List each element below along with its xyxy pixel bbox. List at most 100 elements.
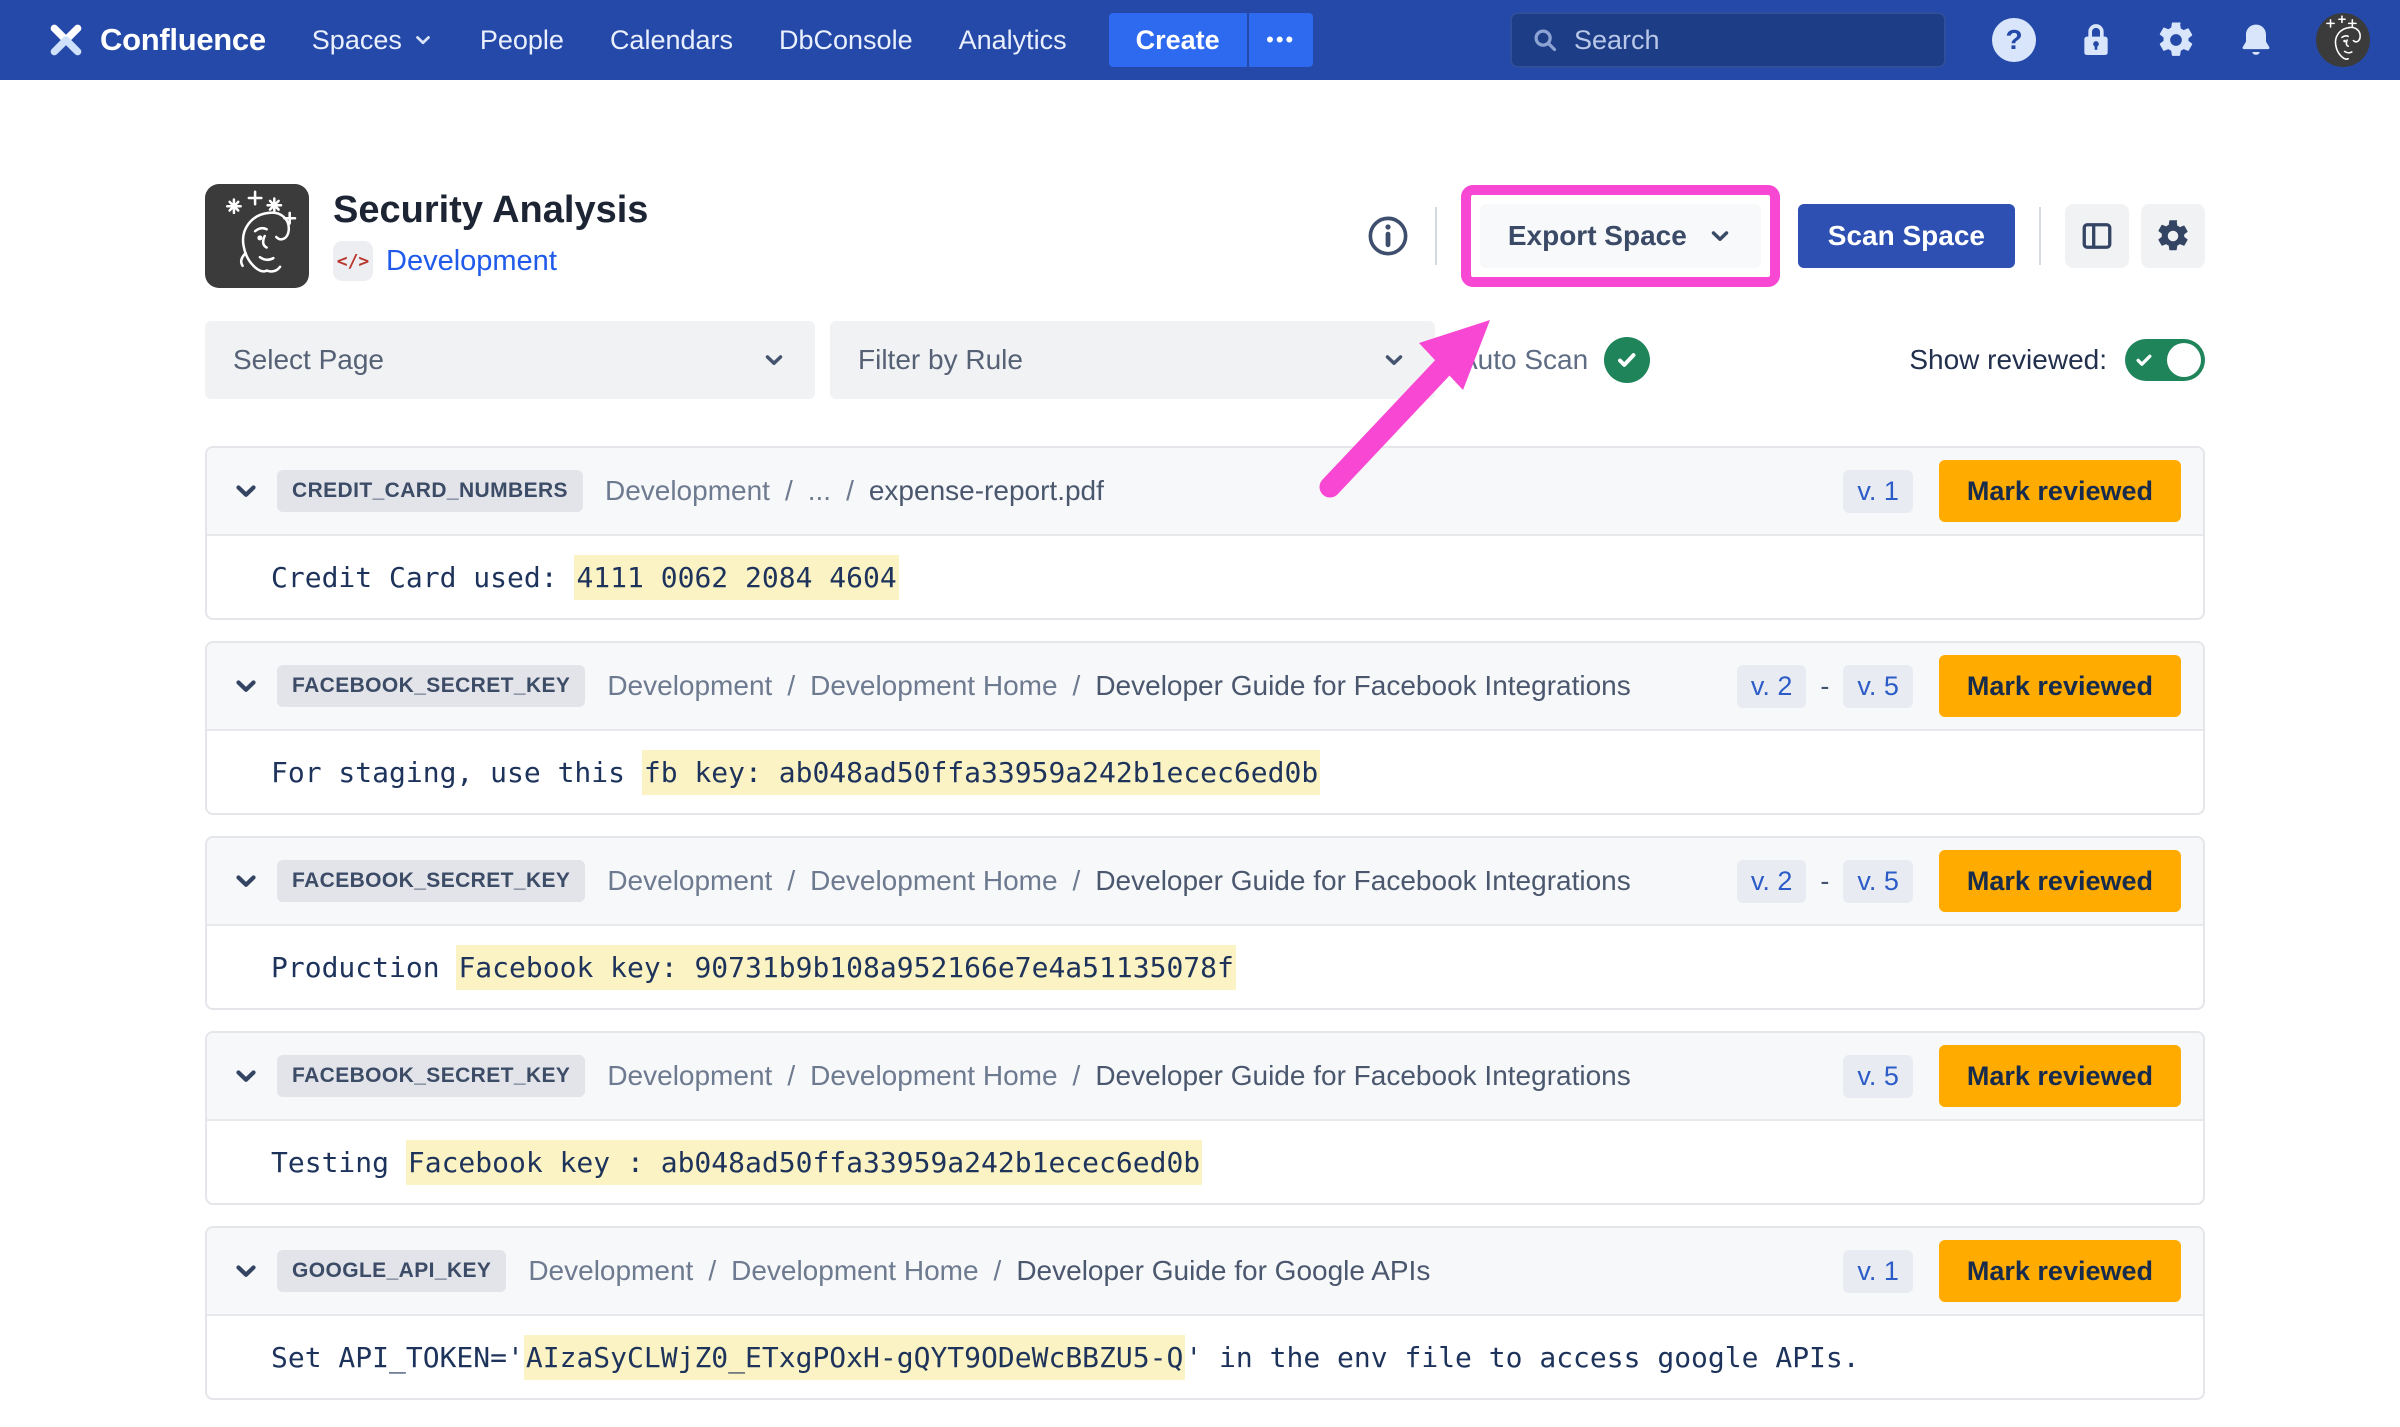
- collapse-chevron-icon[interactable]: [231, 1061, 261, 1091]
- finding-body: Testing Facebook key : ab048ad50ffa33959…: [207, 1119, 2203, 1203]
- finding-body: Production Facebook key: 90731b9b108a952…: [207, 924, 2203, 1008]
- version-badge[interactable]: v. 5: [1843, 1055, 1913, 1098]
- rule-badge: FACEBOOK_SECRET_KEY: [277, 1055, 585, 1097]
- confluence-mark-icon: [46, 20, 86, 60]
- space-settings-button[interactable]: [2141, 204, 2205, 268]
- collapse-chevron-icon[interactable]: [231, 866, 261, 896]
- version-badge[interactable]: v. 1: [1843, 470, 1913, 513]
- filter-by-rule-label: Filter by Rule: [858, 344, 1023, 376]
- mark-reviewed-button[interactable]: Mark reviewed: [1939, 655, 2181, 717]
- finding-header[interactable]: FACEBOOK_SECRET_KEY Development/Developm…: [207, 838, 2203, 924]
- version-badge[interactable]: v. 5: [1843, 665, 1913, 708]
- version-badges: v. 1: [1843, 470, 1913, 513]
- breadcrumb-item[interactable]: Development: [605, 475, 770, 507]
- finding-header[interactable]: FACEBOOK_SECRET_KEY Development / Developm…: [207, 1033, 2203, 1119]
- breadcrumb-item[interactable]: Development Home: [731, 1255, 978, 1287]
- version-badge[interactable]: v. 2: [1737, 860, 1807, 903]
- user-avatar[interactable]: [2316, 13, 2370, 67]
- breadcrumb-item[interactable]: Developer Guide for Facebook Integration…: [1095, 865, 1630, 897]
- finding-card: CREDIT_CARD_NUMBERS Development/.../expe…: [205, 446, 2205, 620]
- collapse-chevron-icon[interactable]: [231, 1256, 261, 1286]
- divider: [2039, 207, 2041, 265]
- breadcrumb: Development/Development Home/Developer G…: [528, 1255, 1430, 1287]
- sensitive-match: 4111 0062 2084 4604: [574, 555, 898, 600]
- chevron-down-icon: [1381, 347, 1407, 373]
- mark-reviewed-button[interactable]: Mark reviewed: [1939, 850, 2181, 912]
- help-icon[interactable]: ?: [1992, 18, 2036, 62]
- finding-card: FACEBOOK_SECRET_KEY Development / Developm…: [205, 1031, 2205, 1205]
- breadcrumb-item[interactable]: Developer Guide for Facebook Integration…: [1095, 1060, 1630, 1092]
- breadcrumb-separator: /: [1073, 670, 1081, 702]
- space-link[interactable]: </> Development: [333, 241, 648, 281]
- mark-reviewed-button[interactable]: Mark reviewed: [1939, 1045, 2181, 1107]
- settings-gear-icon[interactable]: [2156, 20, 2196, 60]
- breadcrumb: Development/Development Home/Developer G…: [607, 670, 1630, 702]
- nav-item-analytics[interactable]: Analytics: [959, 25, 1067, 56]
- findings-list: CREDIT_CARD_NUMBERS Development/.../expe…: [205, 446, 2205, 1400]
- select-page-dropdown[interactable]: Select Page: [205, 321, 815, 399]
- version-badges: v. 1: [1843, 1250, 1913, 1293]
- breadcrumb-item[interactable]: Development Home: [810, 670, 1057, 702]
- breadcrumb-item[interactable]: ...: [808, 475, 831, 507]
- info-icon[interactable]: [1365, 213, 1411, 259]
- finding-header[interactable]: FACEBOOK_SECRET_KEY Development/Developm…: [207, 643, 2203, 729]
- finding-snippet: Testing Facebook key : ab048ad50ffa33959…: [271, 1146, 1202, 1179]
- page-layout-button[interactable]: [2065, 204, 2129, 268]
- snippet-text: For staging, use this: [271, 756, 642, 789]
- mark-reviewed-button[interactable]: Mark reviewed: [1939, 1240, 2181, 1302]
- sensitive-match: Facebook key : ab048ad50ffa33959a242b1ec…: [406, 1140, 1202, 1185]
- create-button[interactable]: Create: [1109, 13, 1247, 67]
- finding-header[interactable]: CREDIT_CARD_NUMBERS Development/.../expe…: [207, 448, 2203, 534]
- chevron-down-icon: [412, 29, 434, 51]
- breadcrumb-item[interactable]: Development: [607, 865, 772, 897]
- breadcrumb-item[interactable]: Developer Guide for Google APIs: [1016, 1255, 1430, 1287]
- lock-icon[interactable]: [2076, 20, 2116, 60]
- nav-item-label: Spaces: [312, 25, 402, 56]
- breadcrumb-item[interactable]: expense-report.pdf: [869, 475, 1104, 507]
- version-badge[interactable]: v. 5: [1843, 860, 1913, 903]
- version-range-separator: -: [1820, 866, 1829, 897]
- breadcrumb-separator: /: [787, 1060, 795, 1092]
- gear-icon: [2155, 218, 2191, 254]
- export-space-label: Export Space: [1508, 220, 1687, 252]
- finding-body: Credit Card used: 4111 0062 2084 4604: [207, 534, 2203, 618]
- sensitive-match: Facebook key: 90731b9b108a952166e7e4a511…: [456, 945, 1235, 990]
- search-input[interactable]: [1574, 25, 1926, 56]
- finding-card: FACEBOOK_SECRET_KEY Development/Developm…: [205, 836, 2205, 1010]
- breadcrumb: Development/.../expense-report.pdf: [605, 475, 1104, 507]
- breadcrumb-item[interactable]: Development Home: [810, 1060, 1057, 1092]
- create-more-button[interactable]: •••: [1247, 13, 1313, 67]
- nav-item-spaces[interactable]: Spaces: [312, 25, 434, 56]
- breadcrumb-item[interactable]: Development: [528, 1255, 693, 1287]
- scan-space-button[interactable]: Scan Space: [1798, 204, 2015, 268]
- finding-snippet: For staging, use this fb key: ab048ad50f…: [271, 756, 1320, 789]
- rule-badge: FACEBOOK_SECRET_KEY: [277, 860, 585, 902]
- finding-card: FACEBOOK_SECRET_KEY Development/Developm…: [205, 641, 2205, 815]
- breadcrumb-item[interactable]: Development: [607, 670, 772, 702]
- finding-body: For staging, use this fb key: ab048ad50f…: [207, 729, 2203, 813]
- nav-item-dbconsole[interactable]: DbConsole: [779, 25, 913, 56]
- search-box[interactable]: [1510, 12, 1946, 68]
- confluence-logo[interactable]: Confluence: [46, 20, 266, 60]
- breadcrumb-item[interactable]: Developer Guide for Facebook Integration…: [1095, 670, 1630, 702]
- version-badge[interactable]: v. 1: [1843, 1250, 1913, 1293]
- auto-scan-enabled-check-icon[interactable]: [1604, 337, 1650, 383]
- finding-header[interactable]: GOOGLE_API_KEY Development/Development H…: [207, 1228, 2203, 1314]
- nav-item-label: People: [480, 25, 564, 56]
- filter-by-rule-dropdown[interactable]: Filter by Rule: [830, 321, 1435, 399]
- divider: [1435, 207, 1437, 265]
- collapse-chevron-icon[interactable]: [231, 671, 261, 701]
- nav-item-calendars[interactable]: Calendars: [610, 25, 733, 56]
- nav-item-people[interactable]: People: [480, 25, 564, 56]
- export-space-button[interactable]: Export Space: [1480, 204, 1761, 268]
- breadcrumb-item[interactable]: Development Home: [810, 865, 1057, 897]
- mark-reviewed-button[interactable]: Mark reviewed: [1939, 460, 2181, 522]
- version-badge[interactable]: v. 2: [1737, 665, 1807, 708]
- collapse-chevron-icon[interactable]: [231, 476, 261, 506]
- version-badges: v. 2-v. 5: [1737, 665, 1913, 708]
- breadcrumb-separator: /: [785, 475, 793, 507]
- notifications-bell-icon[interactable]: [2236, 20, 2276, 60]
- breadcrumb-separator: /: [708, 1255, 716, 1287]
- show-reviewed-toggle[interactable]: [2125, 339, 2205, 381]
- breadcrumb-item[interactable]: Development: [607, 1060, 772, 1092]
